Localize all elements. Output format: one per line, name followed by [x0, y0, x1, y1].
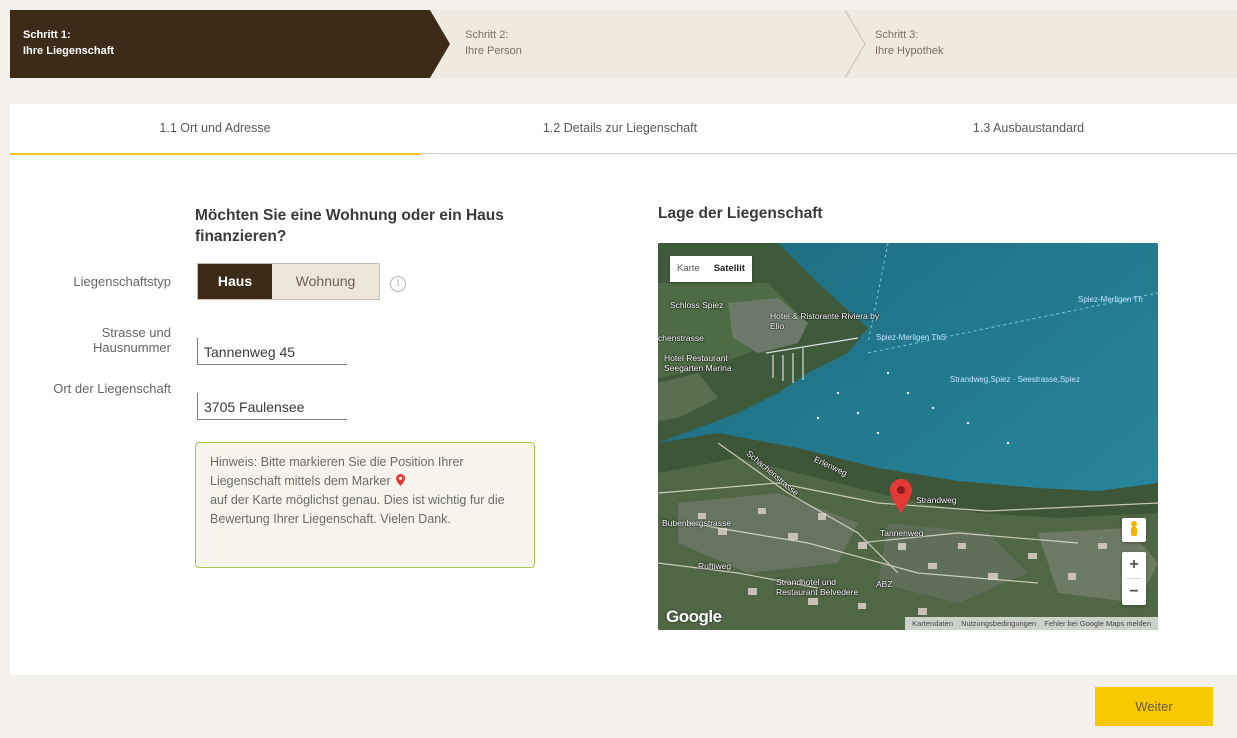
attribution-kartendaten[interactable]: Kartendaten	[912, 619, 953, 628]
step-1[interactable]: Schritt 1: Ihre Liegenschaft	[10, 10, 430, 78]
label-schloss: Schloss Spiez	[670, 300, 724, 310]
google-logo: Google	[666, 607, 722, 626]
step-1-name: Ihre Liegenschaft	[23, 45, 115, 57]
attribution-nutzungsbedingungen[interactable]: Nutzungsbedingungen	[961, 619, 1036, 628]
step-2-number: Schritt 2:	[465, 29, 509, 41]
label-strandweg-spiez: Strandweg,Spiez - Seestrasse,Spiez	[950, 375, 1080, 384]
tab-ort-und-adresse[interactable]: 1.1 Ort und Adresse	[10, 104, 420, 156]
form-question: Möchten Sie eine Wohnung oder ein Haus f…	[195, 207, 504, 245]
step-2-name: Ihre Person	[465, 45, 522, 57]
step-1-arrow	[430, 10, 450, 78]
step-3-number: Schritt 3:	[875, 29, 919, 41]
step-3[interactable]: Schritt 3: Ihre Hypothek	[875, 10, 1235, 78]
step-navigation: Schritt 1: Ihre Liegenschaft Schritt 2: …	[10, 10, 1237, 78]
hint-box: Hinweis: Bitte markieren Sie die Positio…	[195, 442, 535, 568]
next-button[interactable]: Weiter	[1095, 687, 1213, 726]
map-marker-icon	[396, 473, 406, 486]
hint-text-1: Hinweis: Bitte markieren Sie die Positio…	[210, 455, 464, 488]
street-input[interactable]	[198, 338, 347, 364]
zoom-out-button[interactable]: −	[1122, 579, 1146, 605]
pegman-icon[interactable]	[1122, 518, 1146, 542]
hint-text-2: auf der Karte möglichst genau. Dies ist …	[210, 493, 505, 526]
label-hotel-seegarten: Hotel Restaurant Seegarten Marina	[664, 353, 732, 373]
label-strandhotel: Strandhotel und Restaurant Belvedere	[776, 577, 859, 597]
city-field-wrapper	[197, 393, 347, 420]
tab-details-liegenschaft[interactable]: 1.2 Details zur Liegenschaft	[420, 104, 820, 154]
map-type-control: Karte Satellit	[670, 256, 752, 282]
type-option-haus[interactable]: Haus	[198, 264, 272, 299]
label-hotel-riviera: Hotel & Ristorante Riviera by Elio	[770, 311, 880, 331]
label-strandweg: Strandweg	[916, 495, 957, 505]
zoom-in-button[interactable]: +	[1122, 552, 1146, 578]
city-input[interactable]	[198, 393, 347, 419]
location-marker-icon[interactable]	[890, 479, 912, 513]
city-label: Ort der Liegenschaft	[53, 381, 171, 396]
page: Schritt 1: Ihre Liegenschaft Schritt 2: …	[0, 0, 1237, 738]
map-type-karte[interactable]: Karte	[670, 256, 707, 282]
label-spiez-merligen-1: Spiez-Merligen ThS	[876, 333, 947, 342]
label-spiez-merligen-2: Spiez-Merligen Th	[1078, 295, 1143, 304]
label-abz: ABZ	[876, 579, 893, 589]
step-3-name: Ihre Hypothek	[875, 45, 944, 57]
step-2[interactable]: Schritt 2: Ihre Person	[465, 10, 845, 78]
info-icon[interactable]: i	[390, 276, 406, 292]
type-option-wohnung[interactable]: Wohnung	[272, 264, 379, 299]
footer	[10, 676, 1237, 738]
label-bubenbergstrasse: Bubenbergstrasse	[662, 518, 731, 528]
step-2-divider	[845, 10, 866, 78]
tab-ausbaustandard[interactable]: 1.3 Ausbaustandard	[820, 104, 1237, 154]
property-type-toggle: Haus Wohnung	[197, 263, 380, 300]
map-type-satellit[interactable]: Satellit	[707, 256, 752, 282]
step-1-number: Schritt 1:	[23, 29, 71, 41]
label-tannenweg: Tannenweg	[880, 528, 924, 538]
property-type-label: Liegenschaftstyp	[73, 274, 171, 289]
map-attribution: Kartendaten Nutzungsbedingungen Fehler b…	[905, 617, 1158, 630]
label-chenstrasse: chenstrasse	[658, 333, 704, 343]
zoom-control: + −	[1122, 552, 1146, 605]
attribution-fehler-melden[interactable]: Fehler bei Google Maps melden	[1044, 619, 1151, 628]
map[interactable]: Schloss Spiez Hotel & Ristorante Riviera…	[658, 243, 1158, 630]
street-field-wrapper	[197, 338, 347, 365]
label-ruftiweg: Ruftiweg	[698, 561, 732, 571]
street-label: Strasse und Hausnummer	[92, 325, 171, 355]
map-title: Lage der Liegenschaft	[658, 205, 823, 222]
sub-tabs: 1.1 Ort und Adresse 1.2 Details zur Lieg…	[10, 104, 1237, 156]
